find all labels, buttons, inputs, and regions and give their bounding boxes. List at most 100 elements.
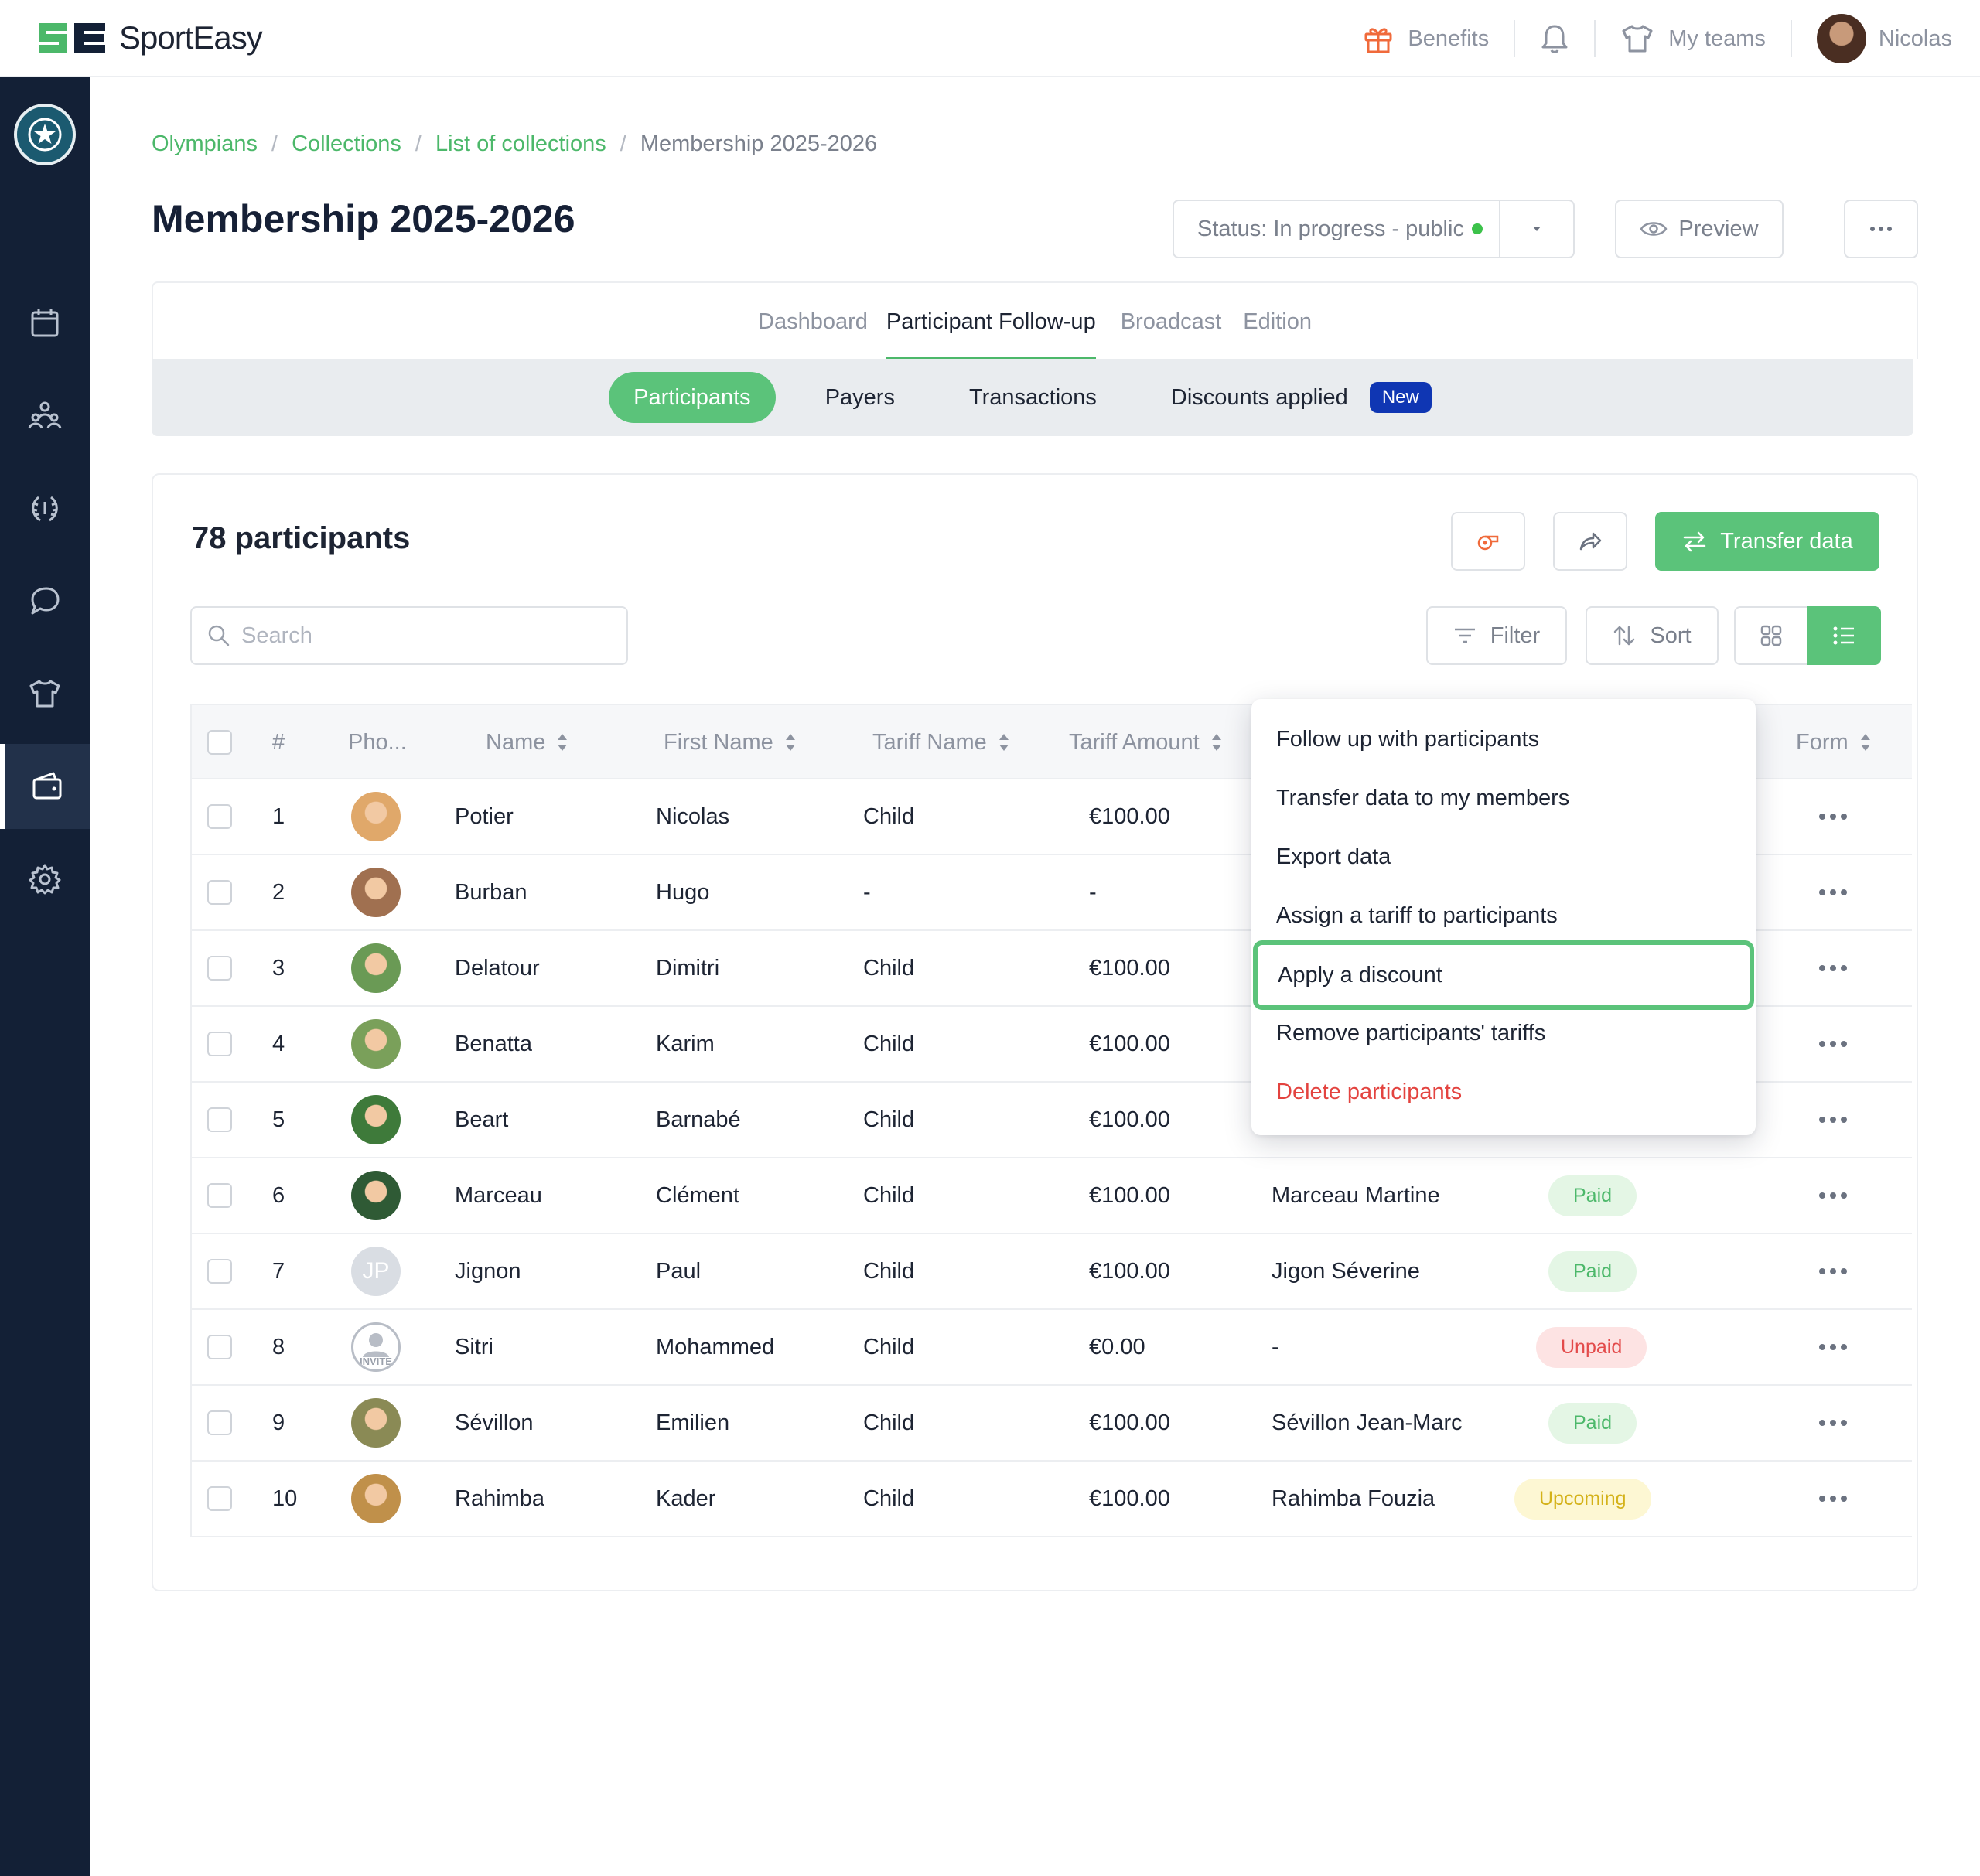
subtab-payers[interactable]: Payers: [801, 372, 920, 423]
menu-apply-discount[interactable]: Apply a discount: [1253, 940, 1754, 1010]
table-row[interactable]: 10 Rahimba Kader Child €100.00 Rahimba Fouzia…: [190, 1462, 1912, 1537]
subtab-participants[interactable]: Participants: [609, 372, 776, 423]
tab-broadcast[interactable]: Broadcast: [1110, 283, 1233, 360]
row-checkbox[interactable]: [207, 1183, 232, 1208]
list-icon: [1833, 626, 1854, 645]
header-tariff-name[interactable]: Tariff Name: [872, 705, 1010, 779]
tab-participant-follow-up[interactable]: Participant Follow-up: [876, 283, 1107, 360]
whistle-button[interactable]: [1451, 512, 1525, 571]
user-menu[interactable]: Nicolas: [1792, 14, 1952, 63]
sub-tabs: Participants Payers Transactions Discoun…: [152, 359, 1913, 436]
tab-edition[interactable]: Edition: [1232, 283, 1323, 360]
row-checkbox[interactable]: [207, 1335, 232, 1359]
my-teams-link[interactable]: My teams: [1596, 14, 1791, 63]
sidebar-item-settings[interactable]: [0, 837, 90, 922]
table-row[interactable]: 9 Sévillon Emilien Child €100.00 Sévillon Jea…: [190, 1386, 1912, 1462]
row-checkbox[interactable]: [207, 1486, 232, 1511]
share-button[interactable]: [1553, 512, 1627, 571]
sort-caret-icon: [1860, 734, 1870, 751]
row-select-cell: [207, 855, 232, 929]
tab-dashboard[interactable]: Dashboard: [747, 283, 879, 360]
row-actions-button[interactable]: [1819, 779, 1847, 854]
breadcrumb-list-of-collections[interactable]: List of collections: [435, 131, 606, 157]
header-form[interactable]: Form: [1796, 705, 1872, 779]
sidebar-item-competitions[interactable]: [0, 466, 90, 551]
breadcrumb-olympians[interactable]: Olympians: [152, 131, 258, 157]
table-row[interactable]: 8 INVITE Sitri Mohammed Child €0.00 - Unpaid: [190, 1310, 1912, 1386]
status-pill: Paid: [1548, 1175, 1637, 1216]
row-payer: Rahimba Fouzia: [1272, 1485, 1436, 1511]
menu-export-data[interactable]: Export data: [1251, 827, 1756, 886]
sidebar-item-members[interactable]: [0, 373, 90, 458]
header-first-name[interactable]: First Name: [664, 705, 797, 779]
avatar: [351, 792, 401, 841]
row-select-cell: [207, 1083, 232, 1157]
header-name[interactable]: Name: [486, 705, 568, 779]
breadcrumb-collections[interactable]: Collections: [292, 131, 401, 157]
ellipsis-icon: [1819, 1420, 1847, 1426]
sidebar-item-calendar[interactable]: [0, 280, 90, 365]
top-bar: SportEasy Benefits My teams Nicolas: [0, 0, 1980, 77]
status-dropdown-toggle[interactable]: [1499, 201, 1573, 257]
menu-delete-participants[interactable]: Delete participants: [1251, 1062, 1756, 1121]
subtab-discounts-applied[interactable]: Discounts applied New: [1146, 372, 1456, 423]
row-actions-button[interactable]: [1819, 1007, 1847, 1081]
row-actions-button[interactable]: [1819, 855, 1847, 929]
row-actions-button[interactable]: [1819, 1158, 1847, 1233]
logo-mark-icon: [36, 19, 110, 57]
table-row[interactable]: 7 JP Jignon Paul Child €100.00 Jigon Séverine P…: [190, 1234, 1912, 1310]
more-actions-button[interactable]: [1844, 200, 1918, 258]
sidebar-item-teams[interactable]: [0, 651, 90, 736]
benefits-link[interactable]: Benefits: [1338, 14, 1514, 63]
row-actions-button[interactable]: [1819, 1386, 1847, 1460]
menu-remove-tariffs[interactable]: Remove participants' tariffs: [1251, 1004, 1756, 1062]
row-checkbox[interactable]: [207, 1410, 232, 1435]
row-actions-button[interactable]: [1819, 1234, 1847, 1308]
row-checkbox[interactable]: [207, 804, 232, 829]
menu-follow-up[interactable]: Follow up with participants: [1251, 710, 1756, 769]
filter-label: Filter: [1490, 622, 1541, 648]
grid-view-button[interactable]: [1734, 606, 1808, 665]
select-all-checkbox[interactable]: [207, 730, 232, 755]
row-actions-button[interactable]: [1819, 1310, 1847, 1384]
row-name: Sévillon: [455, 1410, 534, 1435]
menu-assign-tariff[interactable]: Assign a tariff to participants: [1251, 886, 1756, 945]
sort-label: Sort: [1650, 622, 1692, 648]
jersey-icon: [29, 680, 60, 708]
menu-transfer-data[interactable]: Transfer data to my members: [1251, 769, 1756, 827]
search-box[interactable]: [190, 606, 628, 665]
table-row[interactable]: 6 Marceau Clément Child €100.00 Marceau Marti…: [190, 1158, 1912, 1234]
header-tariff-amount[interactable]: Tariff Amount: [1069, 705, 1223, 779]
group-icon: [28, 401, 62, 429]
row-tariff-amount: €100.00: [1089, 955, 1170, 981]
row-checkbox[interactable]: [207, 880, 232, 905]
list-view-button[interactable]: [1807, 606, 1881, 665]
status-select[interactable]: Status: In progress - public: [1173, 200, 1575, 258]
avatar: [351, 1171, 401, 1220]
club-logo[interactable]: [14, 104, 76, 165]
row-actions-button[interactable]: [1819, 1083, 1847, 1157]
row-first-name: Emilien: [656, 1410, 730, 1435]
row-number: 5: [272, 1107, 285, 1132]
row-checkbox[interactable]: [207, 1032, 232, 1056]
notifications-button[interactable]: [1515, 14, 1594, 63]
row-actions-button[interactable]: [1819, 931, 1847, 1005]
preview-button[interactable]: Preview: [1615, 200, 1784, 258]
row-checkbox[interactable]: [207, 1107, 232, 1132]
row-checkbox[interactable]: [207, 956, 232, 981]
filter-button[interactable]: Filter: [1426, 606, 1567, 665]
avatar: [351, 1398, 401, 1448]
transfer-data-button[interactable]: Transfer data: [1655, 512, 1879, 571]
row-actions-button[interactable]: [1819, 1462, 1847, 1536]
sort-button[interactable]: Sort: [1586, 606, 1719, 665]
subtab-transactions[interactable]: Transactions: [944, 372, 1121, 423]
row-tariff-name: Child: [863, 1107, 915, 1132]
sidebar-item-messages[interactable]: [0, 558, 90, 643]
sidebar-item-finance[interactable]: [0, 744, 90, 829]
ellipsis-icon: [1819, 814, 1847, 820]
sporteasy-logo[interactable]: SportEasy: [36, 19, 263, 57]
row-checkbox[interactable]: [207, 1259, 232, 1284]
sort-caret-icon: [1211, 734, 1221, 751]
search-input[interactable]: [241, 622, 613, 649]
row-tariff-name: Child: [863, 955, 915, 981]
